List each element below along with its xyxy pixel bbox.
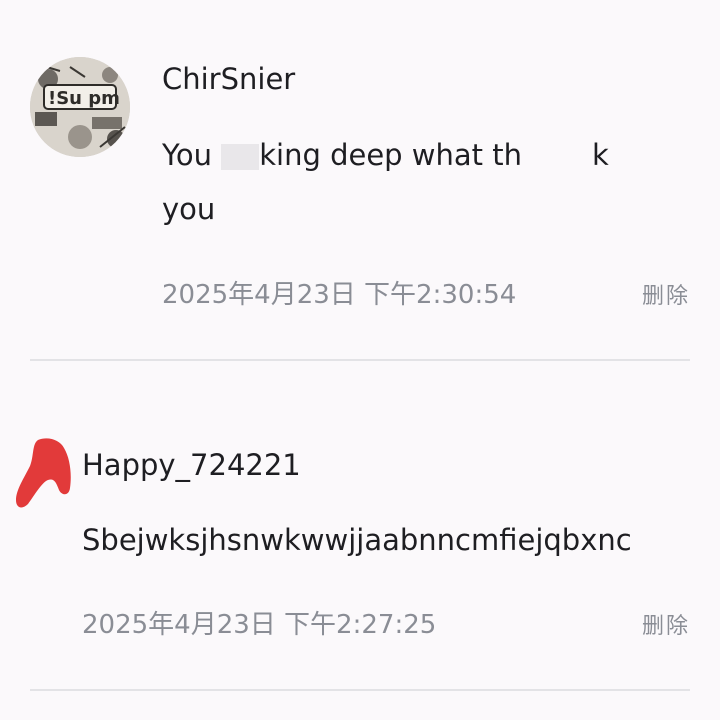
comment-text-line: you xyxy=(162,192,216,226)
svg-text:!Su pm: !Su pm xyxy=(48,88,120,109)
redacted-block xyxy=(221,144,260,170)
comment-timestamp: 2025年4月23日 下午2:30:54 xyxy=(162,280,517,310)
delete-button[interactable]: 删除 xyxy=(642,608,690,640)
comment-text-part: king deep what th xyxy=(259,138,523,172)
divider xyxy=(30,689,690,691)
comment-username[interactable]: Happy_724221 xyxy=(82,448,301,482)
comment-text-part: You xyxy=(162,138,222,172)
comment-text: Sbejwksjhsnwkwwjjaabnncmfiejqbxnc xyxy=(82,523,632,557)
comment-username[interactable]: ChirSnier xyxy=(162,62,295,96)
photo-avatar-icon: !Su pm xyxy=(30,57,130,157)
delete-button[interactable]: 删除 xyxy=(642,278,690,310)
divider xyxy=(30,359,690,361)
comment-text-part: k xyxy=(592,138,609,172)
comment-timestamp: 2025年4月23日 下午2:27:25 xyxy=(82,610,437,640)
comment-text: You king deep what th k you xyxy=(162,128,682,236)
redacted-block xyxy=(522,144,593,170)
user-avatar[interactable]: !Su pm xyxy=(30,57,130,157)
red-scribble-mark xyxy=(16,438,71,508)
